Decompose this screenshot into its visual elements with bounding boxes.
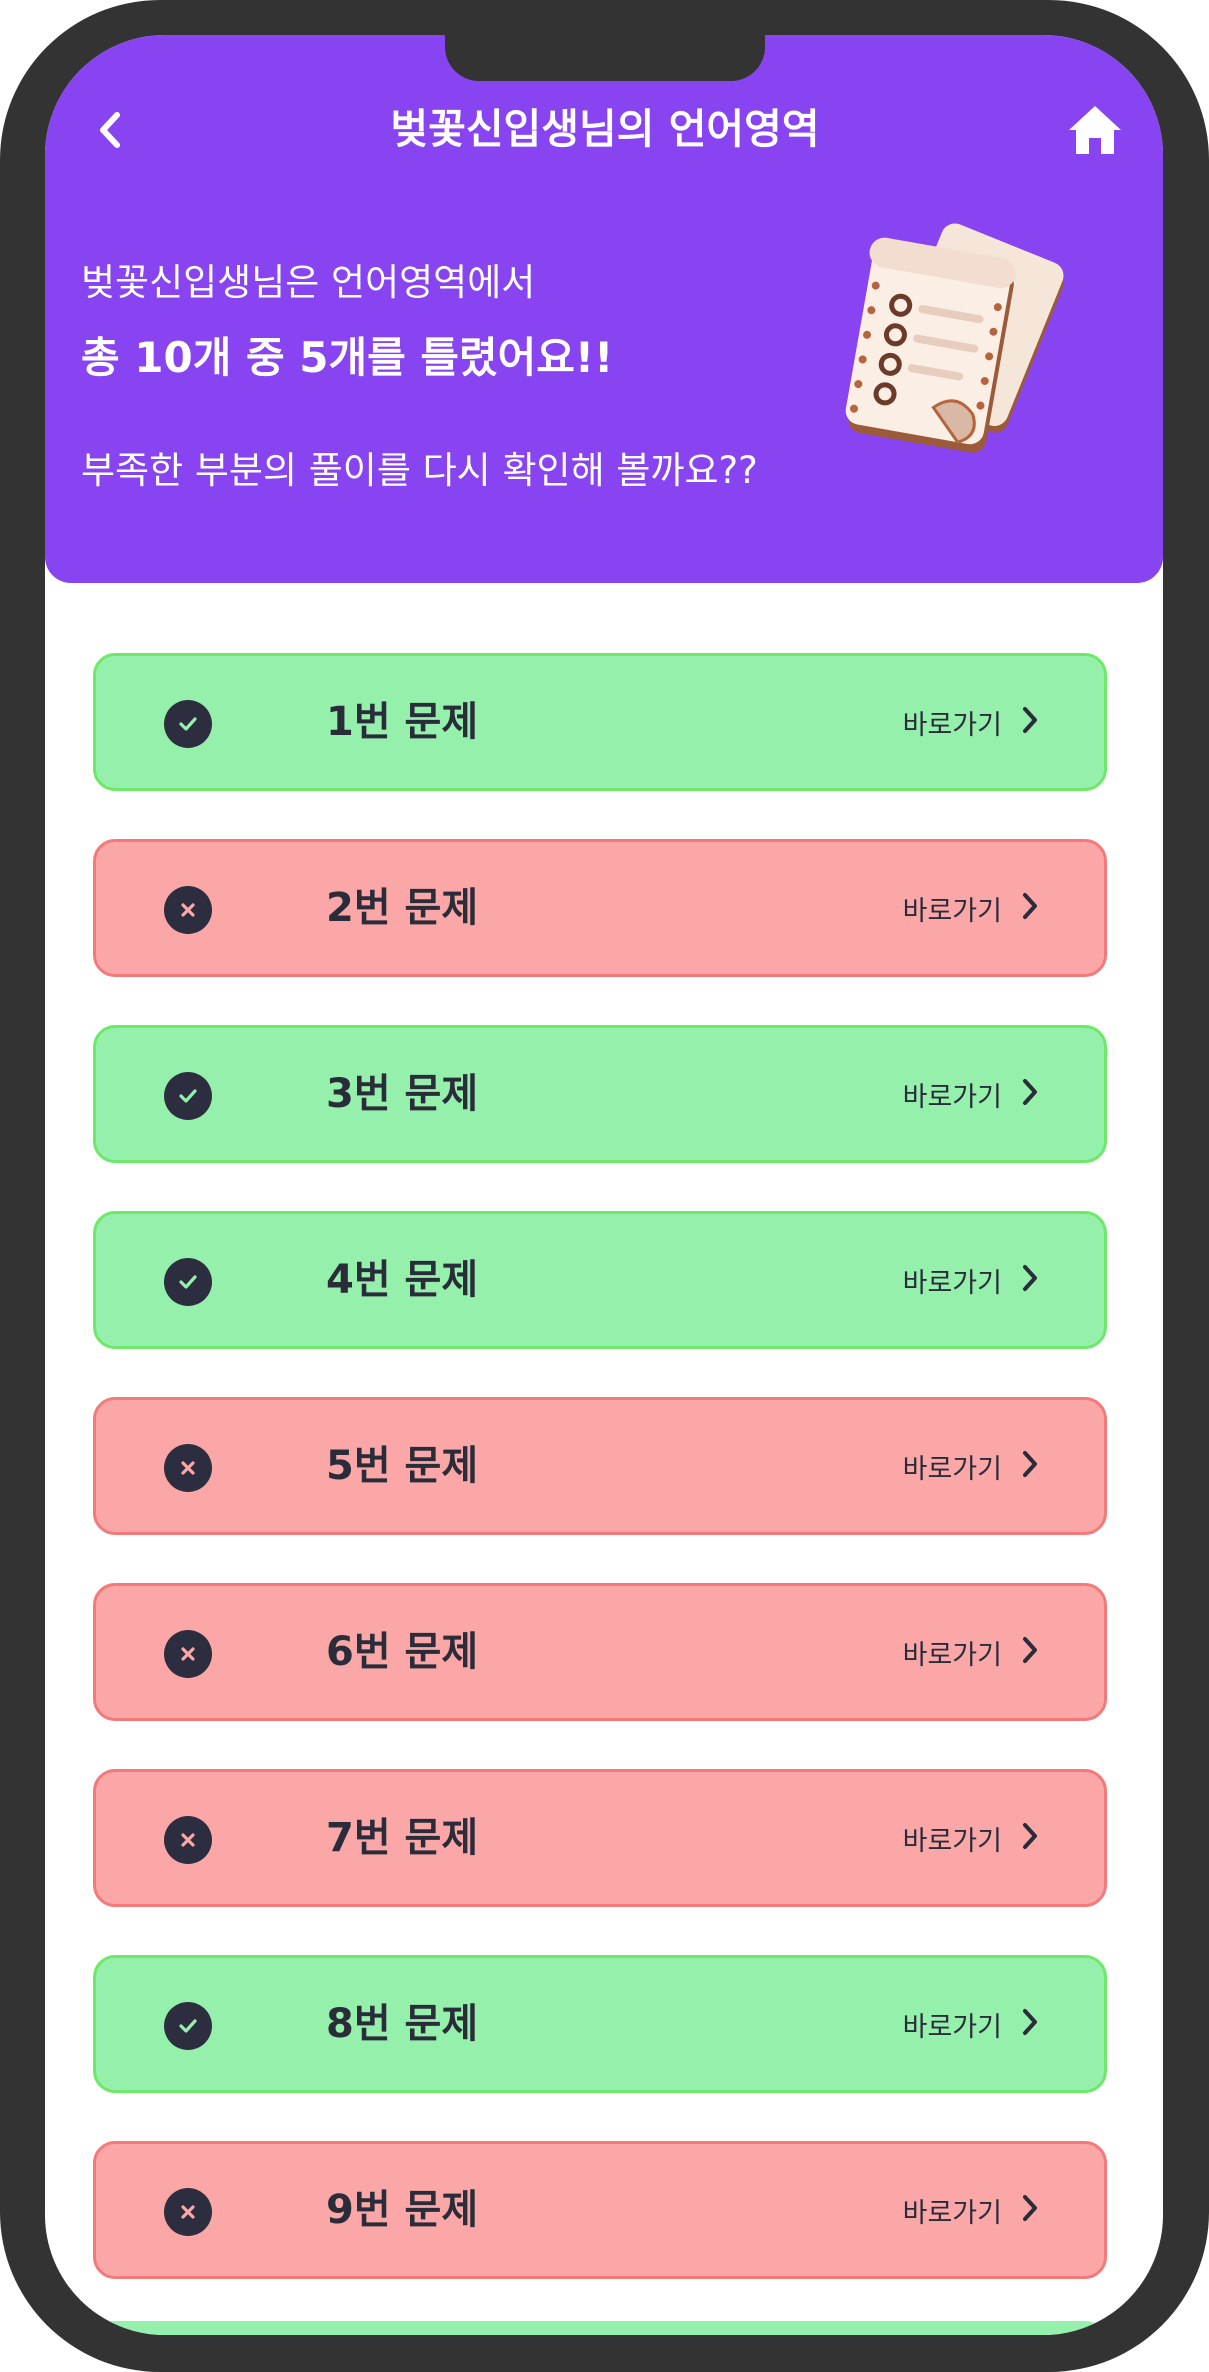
summary-score-text: 총 10개 중 5개를 틀렸어요!!: [81, 333, 614, 382]
app-screen: 벚꽃신입생님의 언어영역 벚꽃신입생님은 언어영역에서 총 10개 중 5개를 …: [45, 35, 1163, 2335]
goto-label: 바로가기: [902, 1639, 1002, 1671]
goto-button[interactable]: 바로가기: [903, 1958, 1040, 2090]
question-label: 7번 문제: [326, 1815, 479, 1861]
summary-subject-text: 벚꽃신입생님은 언어영역에서: [81, 261, 536, 304]
question-row-7[interactable]: 7번 문제 바로가기: [93, 1769, 1107, 1907]
chevron-right-icon: [1020, 1077, 1040, 1111]
goto-label: 바로가기: [902, 2011, 1002, 2043]
question-row-6[interactable]: 6번 문제 바로가기: [93, 1583, 1107, 1721]
goto-button[interactable]: 바로가기: [903, 1400, 1040, 1532]
goto-button[interactable]: 바로가기: [903, 1586, 1040, 1718]
question-label: 2번 문제: [326, 885, 479, 931]
question-row-5[interactable]: 5번 문제 바로가기: [93, 1397, 1107, 1535]
x-circle-icon: [164, 886, 212, 934]
goto-label: 바로가기: [902, 1825, 1002, 1857]
check-circle-icon: [164, 700, 212, 748]
list-item-partial: [93, 2321, 1107, 2335]
chevron-left-icon: [100, 112, 120, 148]
chevron-right-icon: [1020, 1263, 1040, 1297]
back-button[interactable]: [75, 95, 145, 165]
goto-button[interactable]: 바로가기: [903, 1028, 1040, 1160]
x-circle-icon: [164, 1630, 212, 1678]
goto-label: 바로가기: [902, 1267, 1002, 1299]
goto-button[interactable]: 바로가기: [903, 2144, 1040, 2276]
question-row-4[interactable]: 4번 문제 바로가기: [93, 1211, 1107, 1349]
question-row-1[interactable]: 1번 문제 바로가기: [93, 653, 1107, 791]
question-label: 1번 문제: [326, 699, 479, 745]
home-icon: [1069, 106, 1121, 154]
phone-page: 벚꽃신입생님의 언어영역 벚꽃신입생님은 언어영역에서 총 10개 중 5개를 …: [0, 0, 1209, 2372]
question-label: 6번 문제: [326, 1629, 479, 1675]
summary-prompt-text: 부족한 부분의 풀이를 다시 확인해 볼까요??: [81, 449, 758, 492]
x-circle-icon: [164, 2188, 212, 2236]
chevron-right-icon: [1020, 2007, 1040, 2041]
question-label: 8번 문제: [326, 2001, 479, 2047]
question-label: 3번 문제: [326, 1071, 479, 1117]
goto-button[interactable]: 바로가기: [903, 1772, 1040, 1904]
goto-label: 바로가기: [902, 1081, 1002, 1113]
header-panel: 벚꽃신입생님의 언어영역 벚꽃신입생님은 언어영역에서 총 10개 중 5개를 …: [45, 35, 1163, 583]
chevron-right-icon: [1020, 891, 1040, 925]
document-scroll-illustration: [845, 223, 1065, 453]
phone-notch: [445, 35, 765, 81]
check-circle-icon: [164, 2002, 212, 2050]
question-label: 4번 문제: [326, 1257, 479, 1303]
question-row-3[interactable]: 3번 문제 바로가기: [93, 1025, 1107, 1163]
question-list: 1번 문제 바로가기 2번 문제 바로가기 3번 문제 바로가기 4번 문제 바로가기 5번 문…: [93, 653, 1107, 2327]
question-row-8[interactable]: 8번 문제 바로가기: [93, 1955, 1107, 2093]
chevron-right-icon: [1020, 1635, 1040, 1669]
chevron-right-icon: [1020, 2193, 1040, 2227]
page-title: 벚꽃신입생님의 언어영역: [390, 105, 820, 153]
x-circle-icon: [164, 1444, 212, 1492]
question-label: 5번 문제: [326, 1443, 479, 1489]
chevron-right-icon: [1020, 1821, 1040, 1855]
goto-button[interactable]: 바로가기: [903, 656, 1040, 788]
goto-button[interactable]: 바로가기: [903, 1214, 1040, 1346]
question-row-2[interactable]: 2번 문제 바로가기: [93, 839, 1107, 977]
question-label: 9번 문제: [326, 2187, 479, 2233]
check-circle-icon: [164, 1072, 212, 1120]
question-row-9[interactable]: 9번 문제 바로가기: [93, 2141, 1107, 2279]
chevron-right-icon: [1020, 705, 1040, 739]
goto-label: 바로가기: [902, 709, 1002, 741]
x-circle-icon: [164, 1816, 212, 1864]
goto-label: 바로가기: [902, 895, 1002, 927]
goto-label: 바로가기: [902, 1453, 1002, 1485]
chevron-right-icon: [1020, 1449, 1040, 1483]
goto-button[interactable]: 바로가기: [903, 842, 1040, 974]
check-circle-icon: [164, 1258, 212, 1306]
goto-label: 바로가기: [902, 2197, 1002, 2229]
home-button[interactable]: [1055, 95, 1135, 165]
